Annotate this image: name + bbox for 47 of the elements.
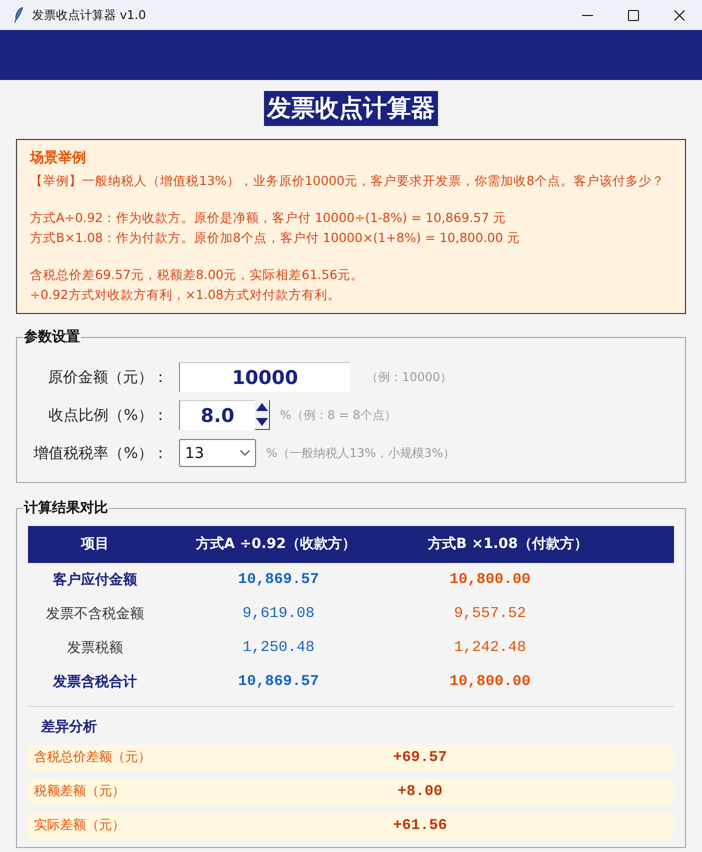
tax-rate-dropdown[interactable]: 13 bbox=[179, 439, 256, 467]
scenario-text: 含税总价差69.57元，税额差8.00元，实际相差61.56元。 bbox=[30, 266, 364, 284]
column-header: 方式A ÷0.92（收款方） bbox=[194, 534, 357, 554]
table-cell-text: 9,619.08 bbox=[241, 604, 316, 624]
row-label: 发票不含税金额 bbox=[45, 604, 145, 624]
field-label: 增值税税率（%）： bbox=[32, 442, 168, 464]
difference-label: 实际差额（元） bbox=[33, 817, 126, 836]
row-label: 发票税额 bbox=[66, 638, 124, 658]
table-cell-text: 10,800.00 bbox=[448, 672, 532, 692]
field-label: 收点比例（%）： bbox=[48, 404, 168, 426]
table-cell-text: 1,250.48 bbox=[241, 638, 316, 658]
scenario-text: 【举例】一般纳税人（增值税13%），业务原价10000元，客户要求开发票，你需加收8个点。客户该付多少？ bbox=[30, 172, 666, 190]
field-hint: （例：10000） bbox=[366, 369, 452, 386]
chevron-down-icon bbox=[240, 450, 250, 456]
app-title: 发票收点计算器 bbox=[264, 91, 438, 126]
column-header: 方式B ×1.08（付款方） bbox=[426, 534, 589, 554]
caret-up-icon bbox=[256, 403, 268, 412]
column-header: 项目 bbox=[80, 535, 110, 554]
field-hint: %（一般纳税人13%，小规模3%） bbox=[266, 445, 456, 462]
window-title: 发票收点计算器 v1.0 bbox=[32, 7, 146, 24]
table-cell-text: 10,800.00 bbox=[448, 570, 532, 590]
difference-label: 含税总价差额（元） bbox=[33, 749, 152, 768]
close-icon bbox=[674, 10, 684, 20]
group-legend: 参数设置 bbox=[23, 329, 81, 346]
row-label: 客户应付金额 bbox=[52, 570, 138, 590]
caret-down-icon bbox=[256, 418, 268, 426]
scenario-text: 方式B×1.08：作为付款方。原价加8个点，客户付 10000×(1+8%) = 10,800.00 元 bbox=[30, 229, 522, 247]
amount-field[interactable]: 10000 bbox=[179, 362, 350, 392]
field-hint: %（例：8 = 8个点） bbox=[280, 407, 396, 424]
scenario-text: ÷0.92方式对收款方有利，×1.08方式对付款方有利。 bbox=[30, 286, 342, 304]
field-label: 原价金额（元）： bbox=[47, 366, 168, 388]
table-cell-text: 1,242.48 bbox=[452, 638, 527, 658]
difference-value: +8.00 bbox=[396, 782, 444, 802]
difference-value: +69.57 bbox=[392, 748, 448, 768]
difference-value: +61.56 bbox=[392, 816, 448, 836]
analysis-heading: 差异分析 bbox=[41, 719, 98, 736]
spin-field[interactable]: 8.0 bbox=[179, 400, 255, 430]
table-cell-text: 10,869.57 bbox=[236, 570, 320, 590]
feather-icon bbox=[14, 7, 24, 23]
scenario-text: 方式A÷0.92：作为收款方。原价是净额，客户付 10000÷(1-8%) = 10,869.57 元 bbox=[30, 209, 508, 227]
difference-label: 税额差额（元） bbox=[33, 783, 126, 802]
row-label: 发票含税合计 bbox=[52, 672, 138, 692]
table-cell-text: 10,869.57 bbox=[236, 672, 320, 692]
table-cell-text: 9,557.52 bbox=[452, 604, 527, 624]
group-legend: 计算结果对比 bbox=[23, 500, 109, 517]
scenario-heading: 场景举例 bbox=[30, 149, 87, 168]
maximize-icon bbox=[628, 10, 638, 20]
